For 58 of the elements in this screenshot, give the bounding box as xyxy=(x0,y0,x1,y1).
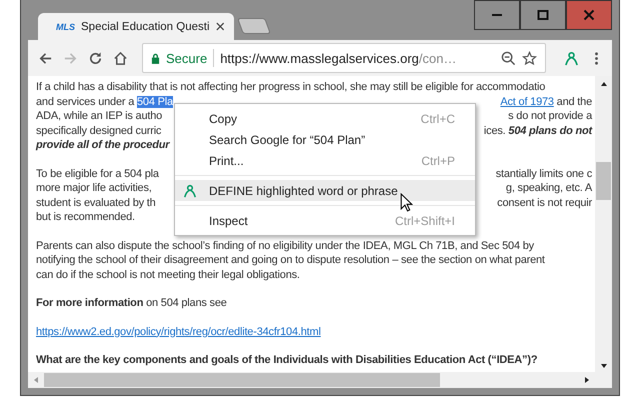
body-text: s do not provide a xyxy=(508,110,592,122)
vertical-scrollbar-thumb[interactable] xyxy=(596,162,611,200)
mouse-cursor-icon xyxy=(400,193,413,212)
close-icon xyxy=(583,9,595,21)
text-link[interactable]: https://www2.ed.gov/policy/rights/reg/ocr/edlite-34cfr104.html xyxy=(36,326,321,338)
menu-item[interactable]: DEFINE highlighted word or phrase xyxy=(175,180,475,201)
menu-item[interactable]: Search Google for “504 Plan” xyxy=(175,129,475,150)
menu-item[interactable]: Inspect Ctrl+Shift+I xyxy=(175,210,475,231)
body-text: g, speaking, etc. A xyxy=(506,182,592,194)
body-text: consent is not requir xyxy=(497,196,592,208)
star-icon[interactable] xyxy=(522,50,537,66)
site-favicon: MLS xyxy=(56,22,75,32)
body-text: on 504 plans see xyxy=(145,297,227,309)
text-link[interactable]: Act of 1973 xyxy=(500,96,554,108)
address-bar[interactable]: Secure https://www.masslegalservices.org/con… xyxy=(142,43,546,73)
scroll-up-icon[interactable] xyxy=(600,80,608,88)
horizontal-scrollbar-thumb[interactable] xyxy=(44,373,440,387)
person-icon xyxy=(183,184,197,198)
body-text: and services under a xyxy=(36,96,136,108)
minimize-icon xyxy=(492,14,502,16)
menu-item[interactable]: Copy Ctrl+C xyxy=(175,108,475,129)
maximize-icon xyxy=(537,9,549,21)
bold-italic-text: provide all of the procedur xyxy=(36,139,170,151)
body-text: ices. xyxy=(484,124,507,136)
scroll-right-icon[interactable] xyxy=(583,376,591,384)
new-tab-button[interactable] xyxy=(237,18,271,34)
maximize-button[interactable] xyxy=(520,0,566,30)
body-text: student is evaluated by th xyxy=(36,196,156,208)
body-text: and the xyxy=(556,96,592,108)
body-text: ADA, while an IEP is autho xyxy=(36,110,162,122)
body-text: can do if the school is not meeting their legal obligations. xyxy=(36,268,300,280)
close-icon[interactable] xyxy=(216,22,224,31)
zoom-out-icon[interactable] xyxy=(501,50,516,66)
browser-tab[interactable]: MLS Special Education Questi xyxy=(38,13,234,40)
bold-italic-text: 504 plans do not xyxy=(508,124,592,136)
minimize-button[interactable] xyxy=(474,0,520,30)
body-text: notifying the school of their disagreement and going on to dispute resolution – see the section on what parent xyxy=(36,254,545,266)
body-text: To be eligible for a 504 pla xyxy=(36,168,159,180)
body-text: stantially limits one c xyxy=(496,168,592,180)
tab-title: Special Education Questi xyxy=(81,20,210,32)
home-icon[interactable] xyxy=(113,50,128,66)
body-text: Parents can also dispute the school’s finding of no eligibility under the IDEA, MGL Ch 71B, and Sec 504 by xyxy=(36,240,534,252)
body-text: specifically designed curric xyxy=(36,124,162,136)
close-window-button[interactable] xyxy=(566,0,612,30)
lock-icon xyxy=(151,52,160,64)
body-text: but is recommended. xyxy=(36,211,135,223)
scroll-down-icon[interactable] xyxy=(600,362,608,370)
highlighted-text: 504 Pla xyxy=(136,96,173,108)
person-icon[interactable] xyxy=(564,50,579,66)
menu-item[interactable]: Print... Ctrl+P xyxy=(175,150,475,171)
url-text: https://www.masslegalservices.org/con… xyxy=(220,50,458,66)
body-text: If a child has a disability that is not affecting her progress in school, she may still be eligible for accommodatio xyxy=(36,81,546,93)
bold-text: What are the key components and goals of the Individuals with Disabilities Education Act (“IDEA”)? xyxy=(36,354,538,366)
secure-label: Secure xyxy=(166,50,208,66)
reload-icon[interactable] xyxy=(88,50,103,66)
body-text: more major life activities, xyxy=(36,182,152,194)
back-icon[interactable] xyxy=(38,50,53,66)
bold-text: For more information xyxy=(36,297,144,309)
